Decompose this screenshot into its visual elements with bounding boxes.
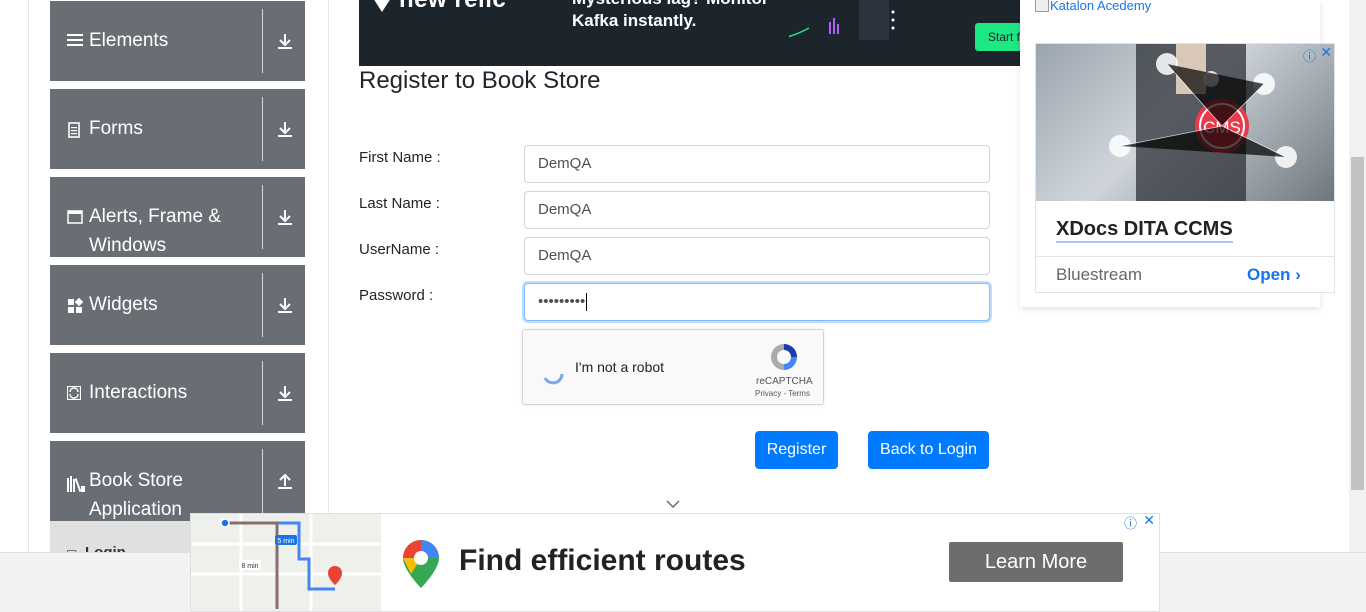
page: Elements Forms Alerts, Frame & Windows W… <box>0 0 1366 612</box>
ad-advertiser: Bluestream <box>1056 265 1142 284</box>
ad-headline[interactable]: XDocs DITA CCMS <box>1056 218 1233 243</box>
first-name-label: First Name : <box>359 149 441 166</box>
hamburger-icon <box>67 33 83 49</box>
divider <box>1036 256 1334 257</box>
cms-network-graphic: CMS <box>1109 44 1297 201</box>
map-time-label: 5 min <box>277 538 294 545</box>
sidebar-group-book-store[interactable]: Book Store Application <box>50 441 305 521</box>
chevron-right-icon: › <box>1295 265 1301 284</box>
sidebar-group-label: Alerts, Frame & Windows <box>89 206 221 256</box>
ad-open-button[interactable]: Open › <box>1247 265 1301 285</box>
ad-start-button[interactable]: Start f <box>975 23 1020 51</box>
bottom-ad[interactable]: 5 min 8 min Find efficient routes Learn … <box>190 513 1160 612</box>
username-label: UserName : <box>359 241 440 258</box>
ad-photo: CMS <box>1036 44 1334 201</box>
left-divider <box>28 0 29 552</box>
download-arrow-icon[interactable] <box>276 120 298 142</box>
ad-close-icon[interactable]: ✕ <box>1143 514 1155 529</box>
right-ad[interactable]: CMS ⓘ ✕ XDocs DITA CCMS Bluestream Open … <box>1035 43 1335 293</box>
katalon-alt-text: Katalon Acedemy <box>1050 0 1152 13</box>
ad-brand: new relic <box>399 0 506 14</box>
divider <box>262 97 263 161</box>
sidebar-group-elements[interactable]: Elements <box>50 1 305 81</box>
upload-arrow-icon[interactable] <box>276 472 298 494</box>
newrelic-logo-icon <box>373 0 391 12</box>
text-caret <box>586 293 588 312</box>
last-name-field[interactable]: DemQA <box>524 191 990 229</box>
ad-message: Mysterious lag? Monitor Kafka instantly. <box>572 0 768 30</box>
interactions-icon <box>66 385 83 402</box>
divider <box>262 9 263 73</box>
recaptcha-widget[interactable]: I'm not a robot reCAPTCHA Privacy - Term… <box>522 329 824 405</box>
bottom-ad-headline[interactable]: Find efficient routes <box>459 544 746 578</box>
sidebar-group-widgets[interactable]: Widgets <box>50 265 305 345</box>
widgets-icon <box>67 297 84 314</box>
divider <box>262 361 263 425</box>
ad-close-icon[interactable]: ✕ <box>1320 44 1332 61</box>
sidebar-group-label: Widgets <box>89 294 158 315</box>
recaptcha-links[interactable]: Privacy - Terms <box>755 389 810 398</box>
download-arrow-icon[interactable] <box>276 208 298 230</box>
sidebar-group-label: Elements <box>89 30 169 51</box>
route-map-graphic: 5 min 8 min <box>191 514 381 611</box>
broken-image-icon <box>1035 0 1049 12</box>
sidebar-group-label: Forms <box>89 118 143 139</box>
google-maps-pin-icon <box>403 540 439 588</box>
back-to-login-button[interactable]: Back to Login <box>868 431 989 469</box>
chevron-down-icon[interactable] <box>666 499 680 509</box>
books-icon <box>67 476 85 492</box>
divider <box>262 449 263 513</box>
download-arrow-icon[interactable] <box>276 296 298 318</box>
recaptcha-logo-icon <box>771 344 797 370</box>
top-ad-banner[interactable]: new relic Mysterious lag? Monitor Kafka … <box>359 0 1020 66</box>
recaptcha-spinner-icon[interactable] <box>542 364 566 388</box>
username-field[interactable]: DemQA <box>524 237 990 275</box>
recaptcha-brand: reCAPTCHA <box>756 376 813 387</box>
password-label: Password : <box>359 287 434 304</box>
sidebar-group-label: Interactions <box>89 382 188 403</box>
first-name-field[interactable]: DemQA <box>524 145 990 183</box>
map-thumbnail: 5 min 8 min <box>191 514 381 611</box>
document-icon <box>67 122 83 138</box>
ad-info-icon[interactable]: ⓘ <box>1303 46 1316 65</box>
learn-more-button[interactable]: Learn More <box>949 542 1123 582</box>
scrollbar-thumb[interactable] <box>1351 157 1364 490</box>
sidebar-group-interactions[interactable]: Interactions <box>50 353 305 433</box>
sidebar-divider <box>328 0 329 552</box>
recaptcha-label: I'm not a robot <box>575 359 665 375</box>
download-arrow-icon[interactable] <box>276 384 298 406</box>
password-field[interactable]: ••••••••• <box>524 283 990 321</box>
ad-chart-decoration <box>789 0 895 40</box>
map-time-label: 8 min <box>241 563 258 570</box>
ad-open-label: Open <box>1247 265 1291 284</box>
register-button[interactable]: Register <box>755 431 838 469</box>
sidebar-group-alerts[interactable]: Alerts, Frame & Windows <box>50 177 305 257</box>
ad-info-icon[interactable]: ⓘ <box>1124 514 1137 532</box>
password-value: ••••••••• <box>538 293 586 310</box>
divider <box>262 185 263 249</box>
last-name-label: Last Name : <box>359 195 440 212</box>
page-title: Register to Book Store <box>359 67 601 94</box>
katalon-image-link[interactable]: Katalon Acedemy <box>1035 0 1151 13</box>
sidebar-group-forms[interactable]: Forms <box>50 89 305 169</box>
window-icon <box>67 210 83 226</box>
download-arrow-icon[interactable] <box>276 32 298 54</box>
divider <box>262 273 263 337</box>
